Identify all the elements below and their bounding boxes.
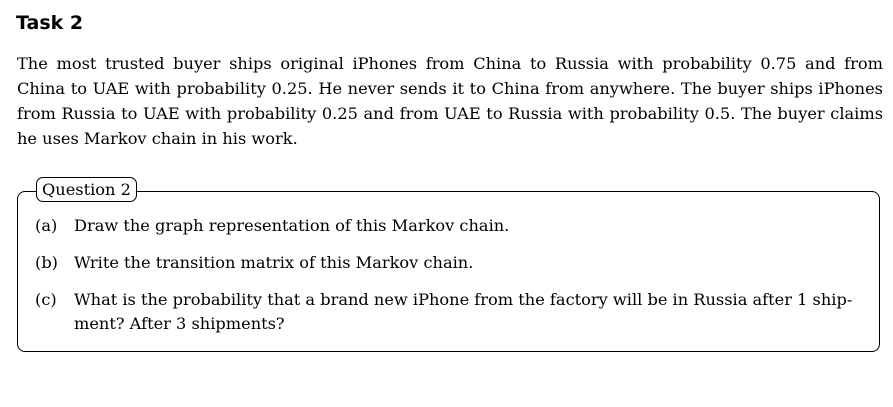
item-marker: (b) bbox=[35, 253, 58, 272]
item-text: Draw the graph representation of this Ma… bbox=[74, 216, 510, 235]
item-marker: (c) bbox=[35, 290, 57, 309]
question-item-a: (a) Draw the graph representation of thi… bbox=[35, 214, 861, 238]
item-text: Write the transition matrix of this Mark… bbox=[74, 253, 474, 272]
problem-statement: The most trusted buyer ships original iP… bbox=[17, 54, 883, 148]
question-item-c: (c) What is the probability that a brand… bbox=[35, 288, 861, 336]
question-label: Question 2 bbox=[36, 177, 137, 202]
task-title: Task 2 bbox=[16, 12, 84, 34]
question-items: (a) Draw the graph representation of thi… bbox=[35, 214, 861, 336]
question-item-b: (b) Write the transition matrix of this … bbox=[35, 251, 861, 275]
item-marker: (a) bbox=[35, 216, 58, 235]
item-text: What is the probability that a brand new… bbox=[74, 290, 853, 333]
